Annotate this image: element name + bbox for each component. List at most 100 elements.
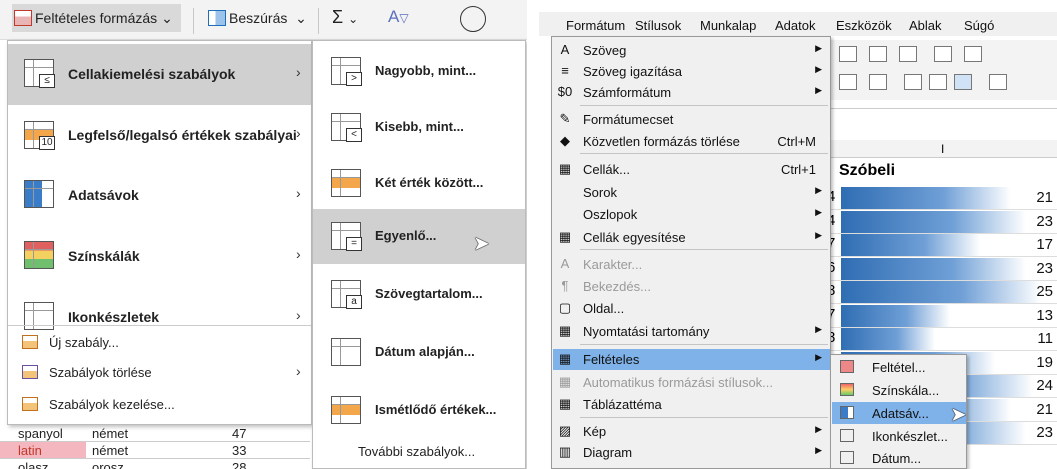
clear-rules-icon [22,365,38,379]
libreoffice-screenshot: Formátum Stílusok Munkalap Adatok Eszköz… [539,0,1057,469]
menu-item-6[interactable]: Sorok ▶ [553,182,830,203]
chevron-right-icon: ▶ [815,43,822,53]
chevron-down-icon: ⌄ [161,10,173,26]
chevron-down-icon: ⌄ [295,10,307,26]
format-menu: A Szöveg ▶ ≡ Szöveg igazítása ▶ $0 Számformátum… [551,36,831,469]
data-bar [841,257,1026,280]
conditional-formatting-button[interactable]: Feltételes formázás ⌄ [12,4,181,32]
chevron-right-icon: › [296,363,301,379]
menu-item-12[interactable]: ▦ Nyomtatási tartomány ▶ [553,321,830,342]
menu-item-16[interactable]: ▨ Kép ▶ [553,421,830,442]
menu-help[interactable]: Súgó [964,18,994,33]
align-middle-icon[interactable] [929,74,947,90]
shortcut-label: Ctrl+1 [780,162,816,177]
mouse-cursor-icon: ➤ [473,233,490,255]
chevron-right-icon: ▶ [815,324,822,334]
menu-tools[interactable]: Eszközök [836,18,892,33]
cell-value: 11 [1037,330,1053,347]
menu-item-color-scales[interactable]: Színskálák › [8,226,311,287]
chevron-right-icon: › [296,246,301,262]
menu-item-17[interactable]: ▥ Diagram ▶ [553,442,830,463]
insert-button[interactable]: Beszúrás ⌄ [208,10,307,27]
menu-item-manage-rules[interactable]: Szabályok kezelése... [22,391,312,421]
menu-item-data-bars[interactable]: Adatsávok › [8,165,311,226]
menu-item-9: A Karakter... [553,254,830,275]
menu-divider [580,105,828,106]
menu-item-icon: ▦ [558,351,572,366]
autosum-button[interactable]: Σ ⌄ [332,7,358,28]
menu-item-text-contains[interactable]: a Szövegtartalom... [313,267,525,322]
menu-item-7[interactable]: Oszlopok ▶ [553,204,830,225]
menu-item-0[interactable]: A Szöveg ▶ [553,40,830,61]
conditional-formatting-menu: ≤ Cellakiemelési szabályok › 10 Legfelső… [7,40,312,425]
menu-item-3[interactable]: ✎ Formátumecset [553,109,830,130]
menu-window[interactable]: Ablak [909,18,942,33]
data-bars-icon [24,180,54,208]
menu-item-15[interactable]: ▦ Táblázattéma [553,394,830,415]
sort-ascending-icon[interactable] [964,46,982,62]
sort-icon[interactable] [934,46,952,62]
wrap-icon[interactable] [869,74,887,90]
cell-value: 24 [1036,377,1053,394]
menu-item-date-occurring[interactable]: Dátum alapján... [313,325,525,380]
menu-sheet[interactable]: Munkalap [700,18,756,33]
align-bottom-icon[interactable] [954,74,972,90]
menu-item-greater-than[interactable]: > Nagyobb, mint... [313,44,525,99]
toolbar [829,40,1057,100]
menu-item-duplicate-values[interactable]: Ismétlődő értékek... [313,383,525,438]
menu-item-highlight-cells-rules[interactable]: ≤ Cellakiemelési szabályok › [8,44,311,105]
align-top-icon[interactable] [904,74,922,90]
menu-item-icon: ◆ [560,133,570,148]
menu-item-14: ▦ Automatikus formázási stílusok... [558,374,774,390]
shortcut-label: Ctrl+M [777,134,816,149]
menu-item-between[interactable]: Két érték között... [313,156,525,211]
color-scale-icon [840,383,854,396]
menu-item-date[interactable]: Dátum... [832,447,966,469]
menu-data[interactable]: Adatok [775,18,815,33]
sort-filter-icon: A [388,7,400,26]
menu-item-8[interactable]: ▦ Cellák egyesítése ▶ [553,227,830,248]
top-bottom-icon: 10 [24,121,55,150]
align-icon[interactable] [839,74,857,90]
menu-item-top-bottom-rules[interactable]: 10 Legfelső/legalsó értékek szabályai › [8,105,311,166]
menu-item-5[interactable]: ▦ Cellák... Ctrl+1 [553,159,830,180]
cell-value: 23 [1036,259,1053,277]
menu-item-equal-to[interactable]: = Egyenlő... ➤ [313,209,525,264]
less-than-icon: < [331,113,362,142]
menu-item-clear-rules[interactable]: Szabályok törlése › [22,359,312,389]
table-row: spanyol német 47 [0,425,310,442]
menu-item-icon: ▦ [558,396,572,411]
cell-value: 21 [1036,189,1053,206]
search-icon[interactable] [460,6,486,32]
number-format-icon[interactable] [989,74,1007,90]
menu-item-data-bar[interactable]: Adatsáv... ➤ [832,402,967,426]
table-icon[interactable] [869,46,887,62]
menu-item-13[interactable]: ▦ Feltételes ▶ [553,349,830,370]
menu-item-color-scale[interactable]: Színskála... [832,379,966,401]
manage-rules-icon [22,397,38,411]
menu-format[interactable]: Formátum [566,18,625,33]
calendar-icon [840,451,854,464]
sort-filter-button[interactable]: A▽ [388,7,409,27]
menu-item-icon: A [560,256,570,271]
column-header: I [829,140,1057,158]
chevron-right-icon: › [296,64,301,80]
menu-item-more-rules[interactable]: További szabályok... [313,437,525,467]
menu-item-condition[interactable]: Feltétel... [832,356,966,378]
menu-item-new-rule[interactable]: Új szabály... [22,329,312,359]
menu-item-2[interactable]: $0 Számformátum ▶ [553,82,830,103]
data-bar [841,328,935,350]
equal-to-icon: = [331,222,362,251]
menu-item-4[interactable]: ◆ Közvetlen formázás törlése Ctrl+M [553,131,830,152]
menu-item-1[interactable]: ≡ Szöveg igazítása ▶ [553,61,830,82]
chevron-right-icon: ▶ [815,230,822,240]
menu-item-icon-set[interactable]: Ikonkészlet... [832,425,966,447]
menu-item-less-than[interactable]: < Kisebb, mint... [313,100,525,155]
chevron-right-icon: ▶ [815,207,822,217]
grid-icon[interactable] [899,46,917,62]
excel-screenshot: Feltételes formázás ⌄ Beszúrás ⌄ Σ ⌄ A▽ … [0,0,527,469]
menu-styles[interactable]: Stílusok [635,18,681,33]
menu-item-11[interactable]: ▢ Oldal... [553,298,830,319]
spelling-icon[interactable] [839,46,857,62]
chevron-right-icon: ▶ [815,424,822,434]
